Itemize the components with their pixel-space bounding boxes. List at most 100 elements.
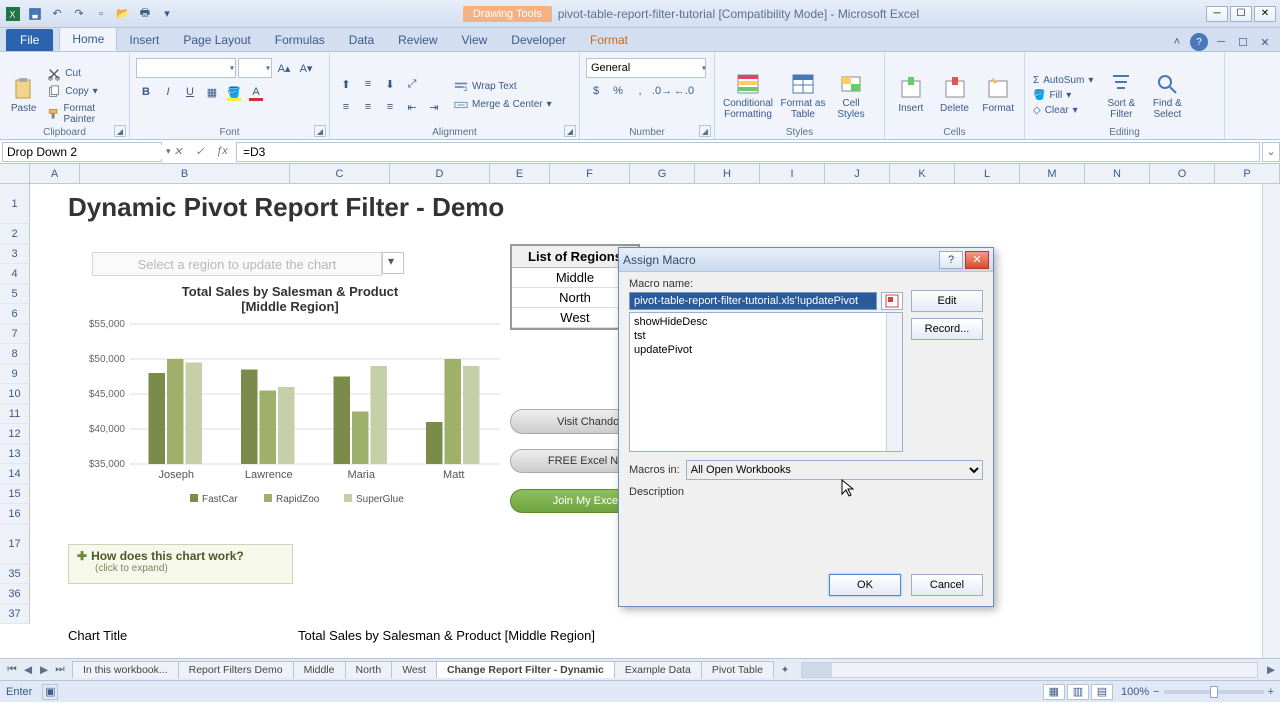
tab-formulas[interactable]: Formulas	[263, 29, 337, 51]
col-header-H[interactable]: H	[695, 164, 760, 184]
number-format-combo[interactable]: ▾	[586, 58, 708, 78]
tab-review[interactable]: Review	[386, 29, 449, 51]
border-icon[interactable]: ▦	[202, 82, 222, 102]
font-color-icon[interactable]: A	[246, 82, 266, 102]
increase-indent-icon[interactable]: ⇥	[424, 97, 444, 117]
file-tab[interactable]: File	[6, 29, 53, 51]
sheet-tab[interactable]: West	[391, 661, 437, 678]
col-header-I[interactable]: I	[760, 164, 825, 184]
cancel-button[interactable]: Cancel	[911, 574, 983, 596]
row-header-17[interactable]: 17	[0, 524, 30, 564]
sheet-tab[interactable]: Middle	[293, 661, 346, 678]
paste-button[interactable]: Paste	[6, 77, 41, 114]
shrink-font-icon[interactable]: A▾	[296, 58, 316, 78]
row-header-5[interactable]: 5	[0, 284, 30, 304]
close-button[interactable]: ✕	[1254, 6, 1276, 22]
align-center-icon[interactable]: ≡	[358, 97, 378, 117]
row-header-3[interactable]: 3	[0, 244, 30, 264]
col-header-A[interactable]: A	[30, 164, 80, 184]
sheet-tab[interactable]: Report Filters Demo	[178, 661, 294, 678]
tab-nav-first-icon[interactable]: ⏮	[4, 662, 20, 678]
range-selector-icon[interactable]	[881, 292, 903, 310]
row-header-16[interactable]: 16	[0, 504, 30, 524]
row-header-35[interactable]: 35	[0, 564, 30, 584]
align-middle-icon[interactable]: ≡	[358, 74, 378, 94]
formula-input[interactable]	[237, 145, 1259, 159]
grow-font-icon[interactable]: A▴	[274, 58, 294, 78]
col-header-L[interactable]: L	[955, 164, 1020, 184]
macro-list[interactable]: showHideDesctstupdatePivot	[629, 312, 903, 452]
autosum-button[interactable]: Σ AutoSum▾	[1031, 74, 1095, 87]
col-header-P[interactable]: P	[1215, 164, 1280, 184]
macro-record-icon[interactable]: ▣	[42, 684, 58, 700]
col-header-N[interactable]: N	[1085, 164, 1150, 184]
underline-icon[interactable]: U	[180, 82, 200, 102]
save-icon[interactable]	[26, 5, 44, 23]
expand-formula-bar-icon[interactable]: ⌄	[1262, 142, 1280, 162]
qat-more-icon[interactable]: ▾	[158, 5, 176, 23]
format-painter-button[interactable]: Format Painter	[45, 102, 123, 126]
increase-decimal-icon[interactable]: .0→	[652, 81, 672, 101]
minimize-ribbon-icon[interactable]: ˄	[1168, 33, 1186, 51]
hscroll-right-icon[interactable]: ▶	[1262, 664, 1280, 676]
row-header-2[interactable]: 2	[0, 224, 30, 244]
row-header-7[interactable]: 7	[0, 324, 30, 344]
normal-view-icon[interactable]: ▦	[1043, 684, 1065, 700]
comma-icon[interactable]: ,	[630, 81, 650, 101]
macro-list-scrollbar[interactable]	[886, 313, 902, 451]
format-tab[interactable]: Format	[578, 29, 640, 51]
row-header-37[interactable]: 37	[0, 604, 30, 624]
zoom-slider[interactable]	[1164, 690, 1264, 694]
tab-nav-next-icon[interactable]: ▶	[36, 662, 52, 678]
row-header-1[interactable]: 1	[0, 184, 30, 224]
sheet-tab[interactable]: Change Report Filter - Dynamic	[436, 661, 615, 678]
tab-nav-last-icon[interactable]: ⏭	[52, 662, 68, 678]
fill-button[interactable]: 🪣 Fill▾	[1031, 89, 1095, 102]
font-name-combo[interactable]: ▾	[136, 58, 236, 78]
tab-page-layout[interactable]: Page Layout	[171, 29, 262, 51]
dialog-help-button[interactable]: ?	[939, 251, 963, 269]
vertical-scrollbar[interactable]	[1262, 184, 1280, 658]
format-as-table-button[interactable]: Format as Table	[779, 72, 827, 120]
find-select-button[interactable]: Find & Select	[1147, 72, 1187, 120]
dialog-titlebar[interactable]: Assign Macro ? ✕	[619, 248, 993, 272]
clear-button[interactable]: ◇ Clear▾	[1031, 104, 1095, 117]
formula-input-wrap[interactable]	[236, 142, 1260, 162]
new-icon[interactable]: ▫	[92, 5, 110, 23]
col-header-O[interactable]: O	[1150, 164, 1215, 184]
record-button[interactable]: Record...	[911, 318, 983, 340]
open-icon[interactable]: 📂	[114, 5, 132, 23]
orientation-icon[interactable]: ⤢	[402, 74, 422, 94]
dialog-close-button[interactable]: ✕	[965, 251, 989, 269]
italic-icon[interactable]: I	[158, 82, 178, 102]
percent-icon[interactable]: %	[608, 81, 628, 101]
col-header-B[interactable]: B	[80, 164, 290, 184]
row-header-15[interactable]: 15	[0, 484, 30, 504]
align-bottom-icon[interactable]: ⬇	[380, 74, 400, 94]
sheet-tab[interactable]: Example Data	[614, 661, 702, 678]
cancel-formula-icon[interactable]: ✕	[168, 145, 188, 158]
decrease-indent-icon[interactable]: ⇤	[402, 97, 422, 117]
workbook-close-icon[interactable]: ✕	[1256, 33, 1274, 51]
workbook-minimize-icon[interactable]: ─	[1212, 33, 1230, 51]
select-all-corner[interactable]	[0, 164, 30, 184]
dropdown-arrow-icon[interactable]	[382, 252, 404, 274]
horizontal-scrollbar[interactable]	[801, 662, 1258, 678]
align-left-icon[interactable]: ≡	[336, 97, 356, 117]
font-size-combo[interactable]: ▾	[238, 58, 272, 78]
minimize-button[interactable]: ─	[1206, 6, 1228, 22]
row-header-4[interactable]: 4	[0, 264, 30, 284]
bold-icon[interactable]: B	[136, 82, 156, 102]
col-header-G[interactable]: G	[630, 164, 695, 184]
maximize-button[interactable]: ☐	[1230, 6, 1252, 22]
insert-cells-button[interactable]: Insert	[891, 77, 931, 114]
new-sheet-icon[interactable]: ✦	[773, 664, 797, 676]
col-header-F[interactable]: F	[550, 164, 630, 184]
cut-button[interactable]: Cut	[45, 66, 123, 82]
excel-icon[interactable]: X	[4, 5, 22, 23]
number-dialog-launcher-icon[interactable]: ◢	[699, 125, 711, 137]
edit-button[interactable]: Edit	[911, 290, 983, 312]
zoom-in-icon[interactable]: +	[1268, 686, 1274, 698]
row-header-14[interactable]: 14	[0, 464, 30, 484]
tab-developer[interactable]: Developer	[499, 29, 578, 51]
